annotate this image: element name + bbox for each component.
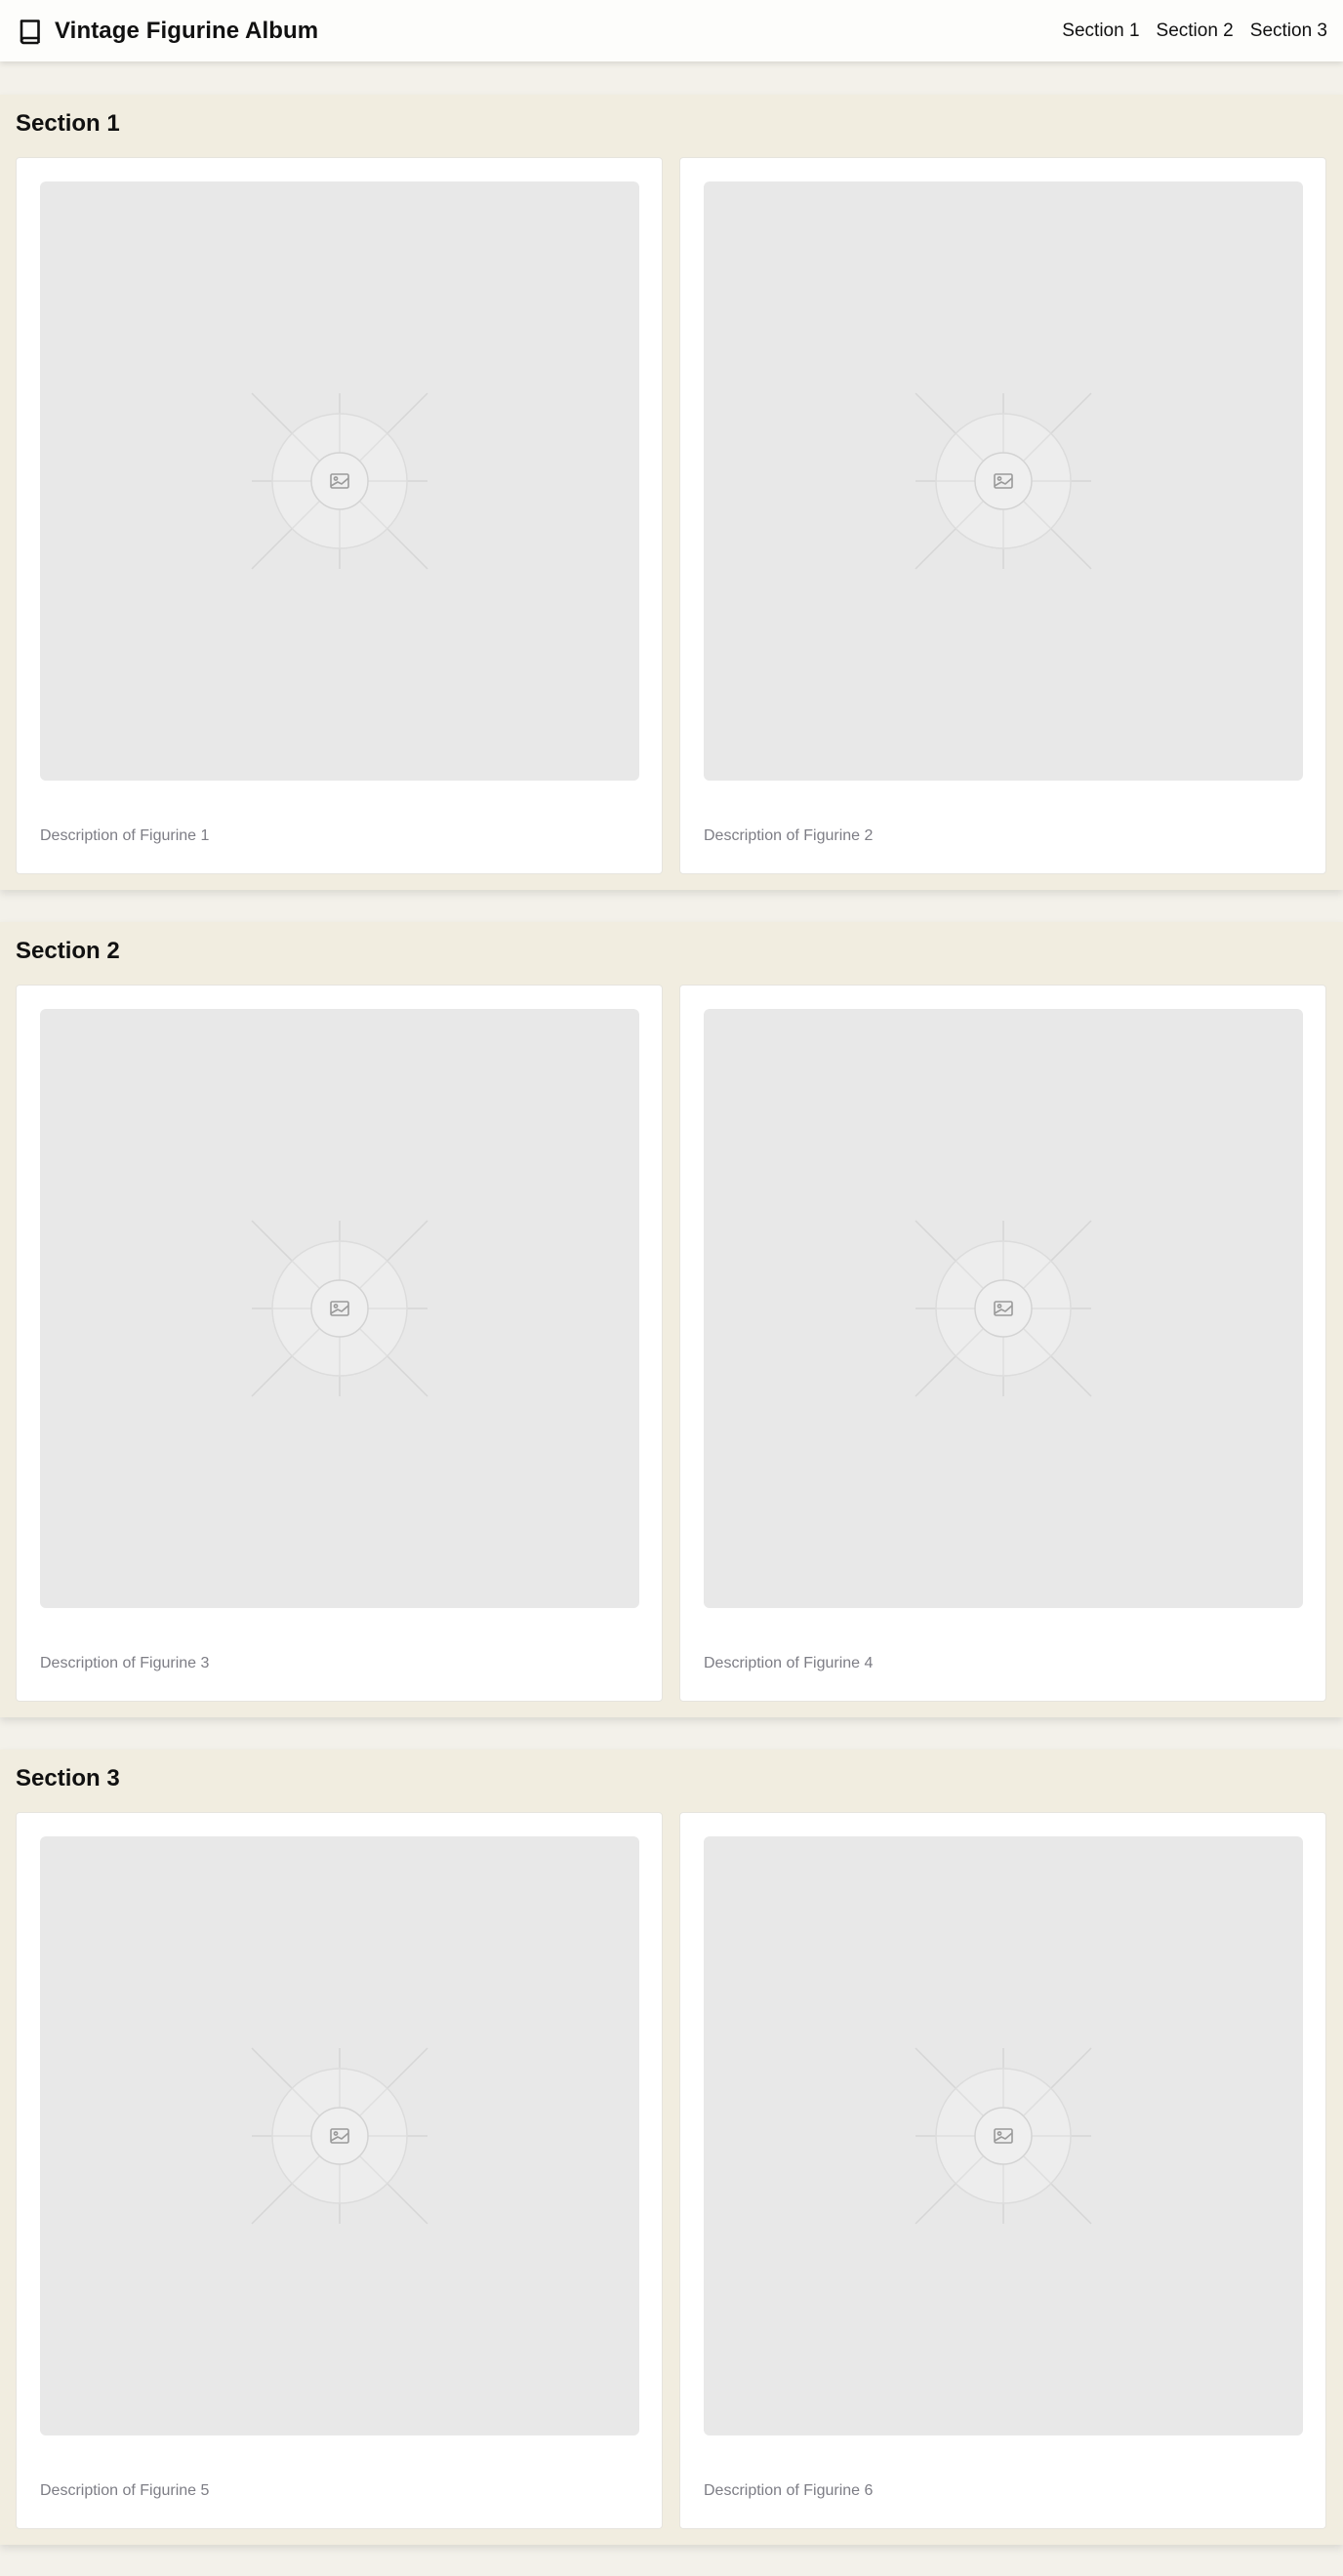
top-nav: Section 1 Section 2 Section 3 [1062, 20, 1327, 42]
image-placeholder-graphic [915, 392, 1092, 570]
app-title: Vintage Figurine Album [55, 17, 319, 44]
section-title: Section 2 [16, 938, 120, 964]
figurine-description: Description of Figurine 1 [40, 827, 210, 844]
album-section-3: Section 3 Description of Figurine 5 Desc… [0, 1750, 1343, 2545]
section-title: Section 1 [16, 110, 120, 137]
image-placeholder-graphic [915, 2047, 1092, 2225]
nav-link-section-1[interactable]: Section 1 [1062, 20, 1139, 42]
album-section-1: Section 1 Description of Figurine 1 Desc… [0, 95, 1343, 890]
image-placeholder [40, 1009, 639, 1608]
figurine-description: Description of Figurine 4 [704, 1655, 874, 1671]
figurine-description: Description of Figurine 3 [40, 1655, 210, 1671]
figurine-card[interactable]: Description of Figurine 6 [679, 1812, 1326, 2529]
image-placeholder-graphic [251, 2047, 428, 2225]
image-placeholder [704, 1836, 1303, 2435]
image-placeholder-graphic [251, 392, 428, 570]
app-header: Vintage Figurine Album Section 1 Section… [0, 0, 1343, 61]
image-placeholder-graphic [251, 1220, 428, 1397]
figurine-description: Description of Figurine 6 [704, 2482, 874, 2499]
image-placeholder [704, 181, 1303, 781]
brand[interactable]: Vintage Figurine Album [16, 17, 318, 46]
book-icon [20, 19, 40, 44]
image-placeholder-graphic [915, 1220, 1092, 1397]
image-placeholder [40, 1836, 639, 2435]
album-section-2: Section 2 Description of Figurine 3 Desc… [0, 922, 1343, 1717]
section-title: Section 3 [16, 1765, 120, 1791]
nav-link-section-3[interactable]: Section 3 [1250, 20, 1327, 42]
figurine-card[interactable]: Description of Figurine 4 [679, 985, 1326, 1702]
figurine-description: Description of Figurine 5 [40, 2482, 210, 2499]
figurine-card[interactable]: Description of Figurine 2 [679, 157, 1326, 874]
figurine-card[interactable]: Description of Figurine 1 [16, 157, 663, 874]
figurine-card[interactable]: Description of Figurine 3 [16, 985, 663, 1702]
image-placeholder [704, 1009, 1303, 1608]
nav-link-section-2[interactable]: Section 2 [1157, 20, 1234, 42]
figurine-card[interactable]: Description of Figurine 5 [16, 1812, 663, 2529]
image-placeholder [40, 181, 639, 781]
figurine-description: Description of Figurine 2 [704, 827, 874, 844]
